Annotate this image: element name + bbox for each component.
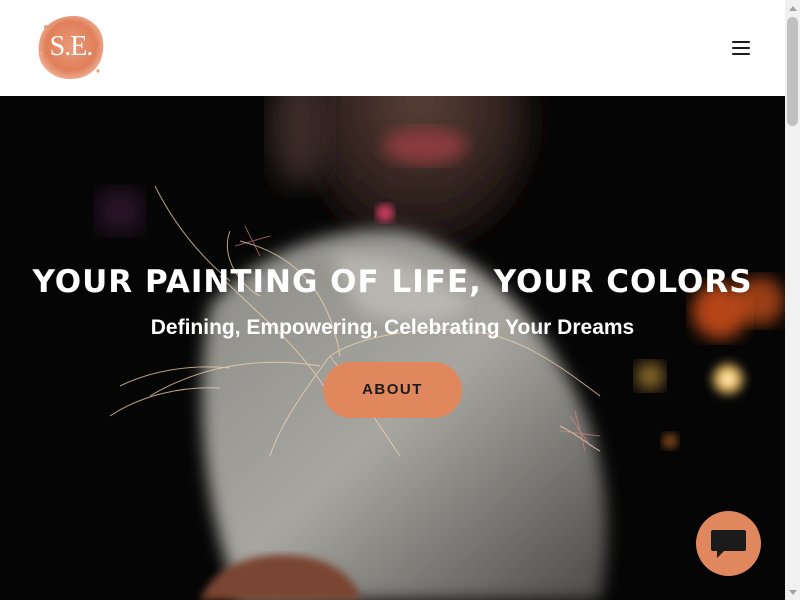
hero-title: YOUR PAINTING OF LIFE, YOUR COLORS (32, 264, 753, 300)
site-header: S.E. (0, 0, 785, 96)
hero-subtitle: Defining, Empowering, Celebrating Your D… (150, 316, 635, 339)
menu-line (732, 53, 750, 55)
hero-section: YOUR PAINTING OF LIFE, YOUR COLORS Defin… (0, 96, 785, 600)
chat-bubble-icon (711, 530, 746, 558)
scrollbar-thumb[interactable] (787, 17, 798, 126)
logo-text: S.E. (49, 31, 94, 62)
hero-background-image (0, 96, 785, 600)
menu-line (732, 41, 750, 43)
about-button[interactable]: ABOUT (323, 362, 462, 418)
menu-line (732, 47, 750, 49)
scroll-up-arrow-icon[interactable] (789, 6, 797, 11)
page-scrollbar[interactable] (785, 0, 800, 600)
scroll-down-arrow-icon[interactable] (789, 590, 797, 595)
page: S.E. YOUR PAINTING OF LIFE, YOUR COLORS … (0, 0, 800, 600)
chat-button[interactable] (696, 511, 761, 576)
hamburger-menu-icon[interactable] (728, 36, 754, 60)
site-logo[interactable]: S.E. (36, 13, 106, 81)
